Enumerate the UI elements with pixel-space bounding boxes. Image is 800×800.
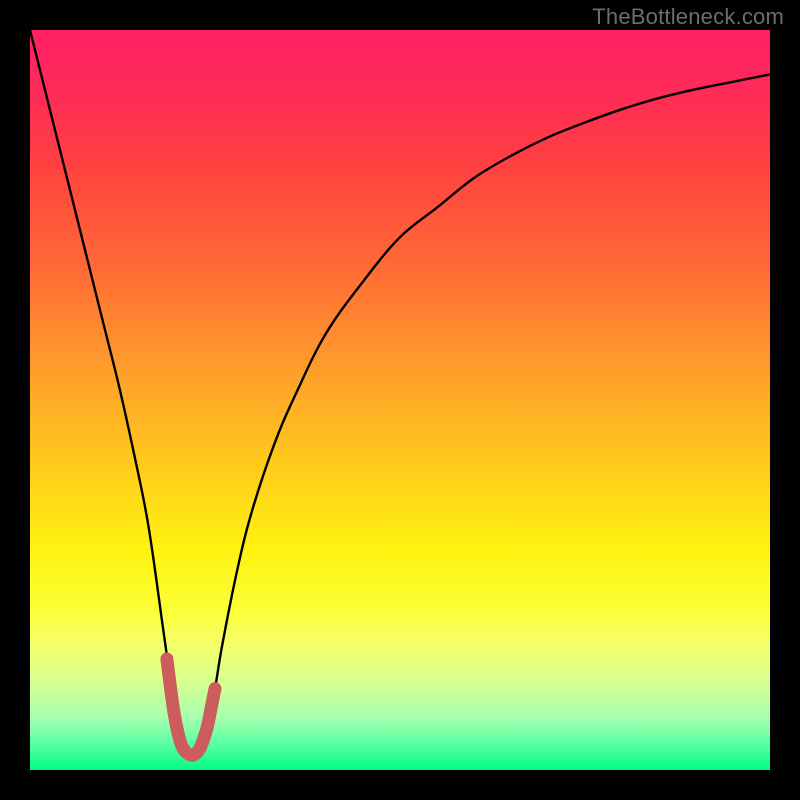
chart-stage: TheBottleneck.com xyxy=(0,0,800,800)
curve-layer xyxy=(30,30,770,770)
bottleneck-highlight xyxy=(167,659,215,755)
bottleneck-curve xyxy=(30,30,770,755)
watermark-text: TheBottleneck.com xyxy=(592,4,784,30)
plot-area xyxy=(30,30,770,770)
